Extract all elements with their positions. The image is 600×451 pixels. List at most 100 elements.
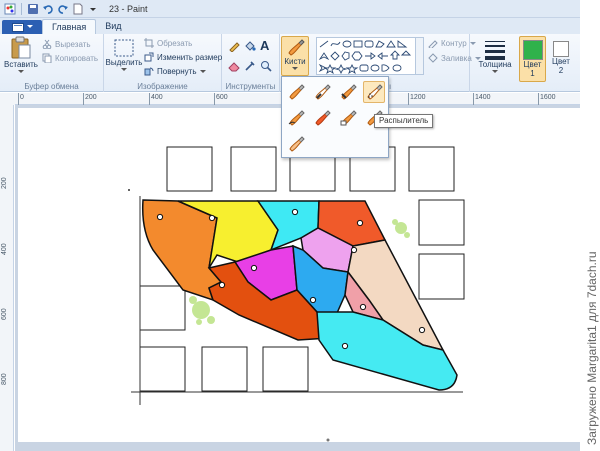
paste-label: Вставить [4, 60, 38, 69]
color1-button[interactable]: Цвет 1 [519, 36, 546, 82]
select-button[interactable]: Выделить [106, 38, 142, 72]
vertical-ruler: 200 400 600 800 [0, 105, 14, 451]
paste-button[interactable]: Вставить [4, 36, 38, 74]
stray-dot [128, 189, 130, 191]
chevron-down-icon [292, 67, 298, 70]
calligraphy-brush-icon [315, 84, 331, 100]
color-picker-icon[interactable] [244, 60, 256, 74]
outline-square [418, 199, 465, 246]
fill-bucket-icon[interactable] [244, 40, 256, 54]
ruler-label: 800 [1, 373, 8, 385]
fill-button[interactable]: Заливка [428, 53, 481, 63]
crop-label: Обрезать [157, 38, 193, 48]
chevron-down-icon [121, 68, 127, 71]
airbrush-tooltip: Распылитель [374, 114, 434, 128]
resize-button[interactable]: Изменить размер [144, 52, 222, 62]
ribbon-tabs: Главная Вид [0, 18, 580, 34]
quick-access-toolbar [0, 2, 99, 15]
copy-label: Копировать [55, 53, 99, 63]
ruler-label: 200 [85, 94, 97, 101]
shapes-gallery[interactable] [316, 37, 416, 75]
fill-label: Заливка [441, 53, 472, 63]
brush-option-calligraphy-2[interactable] [337, 81, 359, 103]
rotate-button[interactable]: Повернуть [144, 66, 206, 76]
shapes-gallery-scroll[interactable] [416, 37, 424, 75]
watercolor-brush-icon [289, 136, 305, 152]
new-document-icon[interactable] [72, 3, 84, 15]
outline-label: Контур [441, 38, 467, 48]
chevron-down-icon [26, 25, 33, 28]
ruler-corner [0, 93, 15, 105]
ruler-label: 600 [1, 308, 8, 320]
outline-square [418, 253, 465, 300]
drawing-canvas[interactable] [18, 108, 580, 442]
copy-button[interactable]: Копировать [42, 53, 98, 63]
brush-option-marker[interactable] [337, 107, 359, 129]
color2-swatch [553, 41, 569, 57]
brush-option-airbrush[interactable] [363, 81, 385, 103]
outline-icon [428, 40, 438, 48]
tab-view[interactable]: Вид [96, 19, 130, 34]
outline-square [139, 285, 186, 331]
ruler-label: 1400 [475, 94, 491, 101]
watermark-text: Загружено Margarita1 для 7dach.ru [585, 251, 599, 445]
ruler-tick [149, 93, 150, 105]
resize-label: Изменить размер [157, 52, 223, 62]
brushes-button[interactable]: Кисти [281, 36, 309, 76]
canvas-resize-handle[interactable] [326, 438, 330, 442]
magnifier-icon[interactable] [260, 60, 272, 74]
ruler-label: 1200 [410, 94, 426, 101]
oil-brush-icon [288, 110, 305, 126]
size-button[interactable]: Толщина [476, 38, 514, 74]
cut-label: Вырезать [55, 39, 91, 49]
fill-icon [428, 53, 438, 63]
shapes-gallery-icons [318, 40, 412, 75]
qat-dropdown-icon[interactable] [87, 3, 99, 15]
tab-home[interactable]: Главная [42, 19, 97, 34]
outline-button[interactable]: Контур [428, 38, 476, 48]
file-menu-icon [11, 22, 24, 32]
outline-square [139, 346, 186, 392]
color2-number: 2 [558, 66, 564, 75]
ruler-label: 0 [20, 94, 24, 101]
chevron-down-icon [469, 41, 476, 45]
text-tool-icon[interactable]: A [260, 38, 269, 53]
brush-option-watercolor[interactable] [285, 133, 307, 155]
rotate-label: Повернуть [157, 66, 197, 76]
chevron-down-icon [199, 69, 206, 73]
cut-button[interactable]: Вырезать [42, 39, 91, 49]
brush-option-oil[interactable] [285, 107, 307, 129]
title-bar: 23 - Paint [0, 0, 580, 18]
paint-app-icon[interactable] [4, 3, 16, 15]
calligraphy-brush-icon [341, 84, 357, 100]
crop-icon [144, 38, 154, 48]
rotate-icon [144, 67, 154, 76]
qat-separator [21, 2, 22, 15]
color2-button[interactable]: Цвет 2 [549, 36, 573, 82]
brush-option-brush[interactable] [285, 81, 307, 103]
crayon-icon [315, 110, 331, 126]
ruler-label: 600 [216, 94, 228, 101]
ruler-label: 400 [151, 94, 163, 101]
color1-number: 1 [530, 69, 535, 78]
select-label: Выделить [105, 58, 143, 67]
pencil-icon[interactable] [228, 40, 240, 54]
brushes-dropdown [281, 76, 389, 158]
crop-button[interactable]: Обрезать [144, 38, 192, 48]
file-menu-button[interactable] [2, 20, 42, 34]
brushes-label: Кисти [284, 57, 306, 66]
eraser-icon[interactable] [228, 60, 240, 74]
brush-option-calligraphy-1[interactable] [311, 81, 333, 103]
marker-icon [340, 110, 357, 126]
line-thickness-icon [485, 41, 505, 60]
redo-icon[interactable] [57, 3, 69, 15]
save-icon[interactable] [27, 3, 39, 15]
scissors-icon [42, 39, 52, 49]
airbrush-icon [367, 84, 383, 100]
undo-icon[interactable] [42, 3, 54, 15]
clipboard-group: Вставить Вырезать Копировать Буфер обмен… [0, 34, 104, 92]
ruler-tick [214, 93, 215, 105]
ruler-tick [83, 93, 84, 105]
paste-icon [11, 36, 31, 59]
brush-option-crayon[interactable] [311, 107, 333, 129]
